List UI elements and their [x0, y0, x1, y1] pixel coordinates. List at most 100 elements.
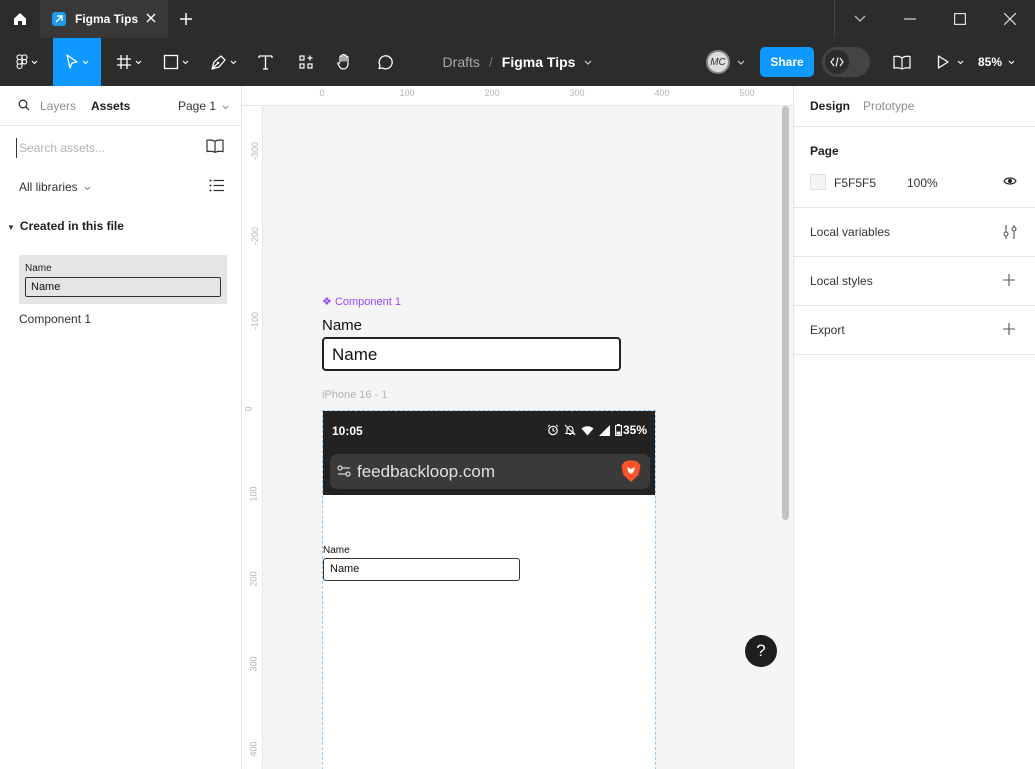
component-field[interactable]: Name — [322, 337, 621, 371]
move-tool[interactable] — [53, 38, 101, 86]
local-variables-label: Local variables — [810, 225, 891, 239]
close-tab-icon[interactable] — [144, 11, 158, 28]
minimize-button[interactable] — [885, 0, 935, 38]
ruler-tick: 200 — [484, 88, 500, 98]
libraries-label: All libraries — [19, 180, 78, 194]
rectangle-icon — [163, 54, 179, 70]
tab-layers[interactable]: Layers — [40, 99, 76, 113]
wifi-icon — [581, 425, 594, 435]
shape-tool[interactable] — [157, 38, 195, 86]
hand-icon — [336, 53, 349, 70]
page-selector[interactable]: Page 1 — [178, 99, 229, 113]
local-styles-label: Local styles — [810, 274, 873, 288]
home-button[interactable] — [0, 0, 40, 38]
main-menu-button[interactable] — [8, 38, 46, 86]
local-variables-section[interactable]: Local variables — [794, 208, 1035, 257]
list-view-icon[interactable] — [209, 179, 224, 192]
page-color-hex[interactable]: F5F5F5 — [834, 176, 876, 190]
site-settings-icon — [337, 465, 351, 477]
eye-icon[interactable] — [1003, 176, 1017, 186]
left-panel-tabs: Layers Assets Page 1 — [0, 86, 241, 126]
right-panel: Design Prototype Page F5F5F5 100% Local … — [793, 86, 1035, 769]
breadcrumb: Drafts / Figma Tips — [0, 38, 1035, 86]
mobile-field-instance[interactable]: Name — [323, 558, 520, 581]
ruler-tick: -200 — [250, 226, 261, 246]
ruler-tick: 400 — [248, 741, 259, 757]
tabs-dropdown-button[interactable] — [835, 0, 885, 38]
export-section[interactable]: Export — [794, 306, 1035, 355]
avatar[interactable]: MC — [706, 50, 730, 74]
iphone-frame[interactable]: 10:05 35% feedbackloop.com Name Name — [322, 410, 656, 769]
search-icon[interactable] — [18, 99, 30, 111]
ruler-horizontal: 0 100 200 300 400 500 — [242, 86, 793, 106]
tab-assets[interactable]: Assets — [91, 99, 130, 113]
page-section: Page — [794, 127, 1035, 208]
page-opacity[interactable]: 100% — [907, 176, 938, 190]
chevron-down-icon — [135, 60, 142, 64]
chevron-down-icon — [854, 15, 866, 22]
chevron-down-icon — [182, 60, 189, 64]
comment-icon — [377, 54, 393, 69]
breadcrumb-separator: / — [488, 54, 493, 70]
ruler-vertical: -300 -200 -100 0 100 200 300 400 — [242, 106, 263, 769]
frame-tool[interactable] — [110, 38, 148, 86]
adjust-icon[interactable] — [1003, 224, 1017, 240]
battery-indicator: 35% — [615, 423, 647, 437]
brave-logo-icon — [621, 460, 641, 482]
plus-icon[interactable] — [1003, 274, 1015, 286]
maximize-button[interactable] — [935, 0, 985, 38]
zoom-dropdown[interactable]: 85% — [978, 38, 1015, 86]
comment-tool[interactable] — [371, 38, 397, 86]
file-name[interactable]: Figma Tips — [502, 54, 576, 70]
chevron-down-icon[interactable] — [737, 60, 745, 65]
library-button[interactable] — [889, 38, 915, 86]
page-selector-label: Page 1 — [178, 99, 217, 113]
ruler-tick: 100 — [399, 88, 415, 98]
dev-mode-toggle[interactable] — [822, 47, 870, 77]
new-tab-button[interactable] — [176, 9, 196, 29]
breadcrumb-drafts[interactable]: Drafts — [443, 54, 480, 70]
canvas-scrollbar[interactable] — [782, 106, 789, 520]
libraries-dropdown[interactable]: All libraries — [19, 180, 91, 194]
section-created-in-file[interactable]: ▼ Created in this file — [7, 219, 124, 233]
component-thumbnail[interactable]: Name Name — [19, 255, 227, 304]
zoom-level: 85% — [978, 55, 1003, 69]
file-tab[interactable]: Figma Tips — [40, 0, 168, 38]
code-icon — [825, 50, 849, 74]
resources-tool[interactable] — [293, 38, 319, 86]
help-button[interactable]: ? — [745, 635, 777, 667]
frame-label[interactable]: iPhone 16 - 1 — [322, 389, 387, 401]
status-time: 10:05 — [332, 424, 363, 438]
pen-tool[interactable] — [204, 38, 242, 86]
frame-icon — [117, 55, 131, 69]
figma-logo-icon — [16, 54, 28, 70]
page-color-swatch[interactable] — [810, 174, 826, 190]
local-styles-section[interactable]: Local styles — [794, 257, 1035, 306]
chevron-down-icon — [31, 60, 38, 64]
text-icon — [257, 55, 273, 70]
export-label: Export — [810, 323, 845, 337]
title-bar: Figma Tips — [0, 0, 1035, 38]
component-field-label[interactable]: Name — [322, 317, 362, 334]
text-tool[interactable] — [252, 38, 278, 86]
chevron-down-icon[interactable] — [584, 60, 592, 65]
ruler-tick: 100 — [248, 486, 259, 502]
present-button[interactable] — [933, 38, 967, 86]
component-label[interactable]: ❖ Component 1 — [322, 295, 401, 308]
ruler-tick: 0 — [243, 406, 254, 412]
tab-design[interactable]: Design — [810, 99, 850, 113]
ruler-tick: 200 — [248, 571, 259, 587]
alarm-icon — [547, 424, 559, 436]
tab-prototype[interactable]: Prototype — [863, 99, 914, 113]
plus-icon — [180, 13, 192, 25]
book-icon[interactable] — [206, 139, 224, 153]
search-assets-input[interactable] — [16, 138, 186, 158]
component-name[interactable]: Component 1 — [19, 312, 91, 326]
share-button[interactable]: Share — [760, 47, 814, 77]
page-section-title: Page — [810, 144, 839, 158]
close-window-button[interactable] — [985, 0, 1035, 38]
plus-icon[interactable] — [1003, 323, 1015, 335]
hand-tool[interactable] — [331, 38, 357, 86]
mobile-browser-header: 10:05 35% feedbackloop.com — [323, 411, 655, 495]
canvas[interactable]: 0 100 200 300 400 500 -300 -200 -100 0 1… — [242, 86, 793, 769]
